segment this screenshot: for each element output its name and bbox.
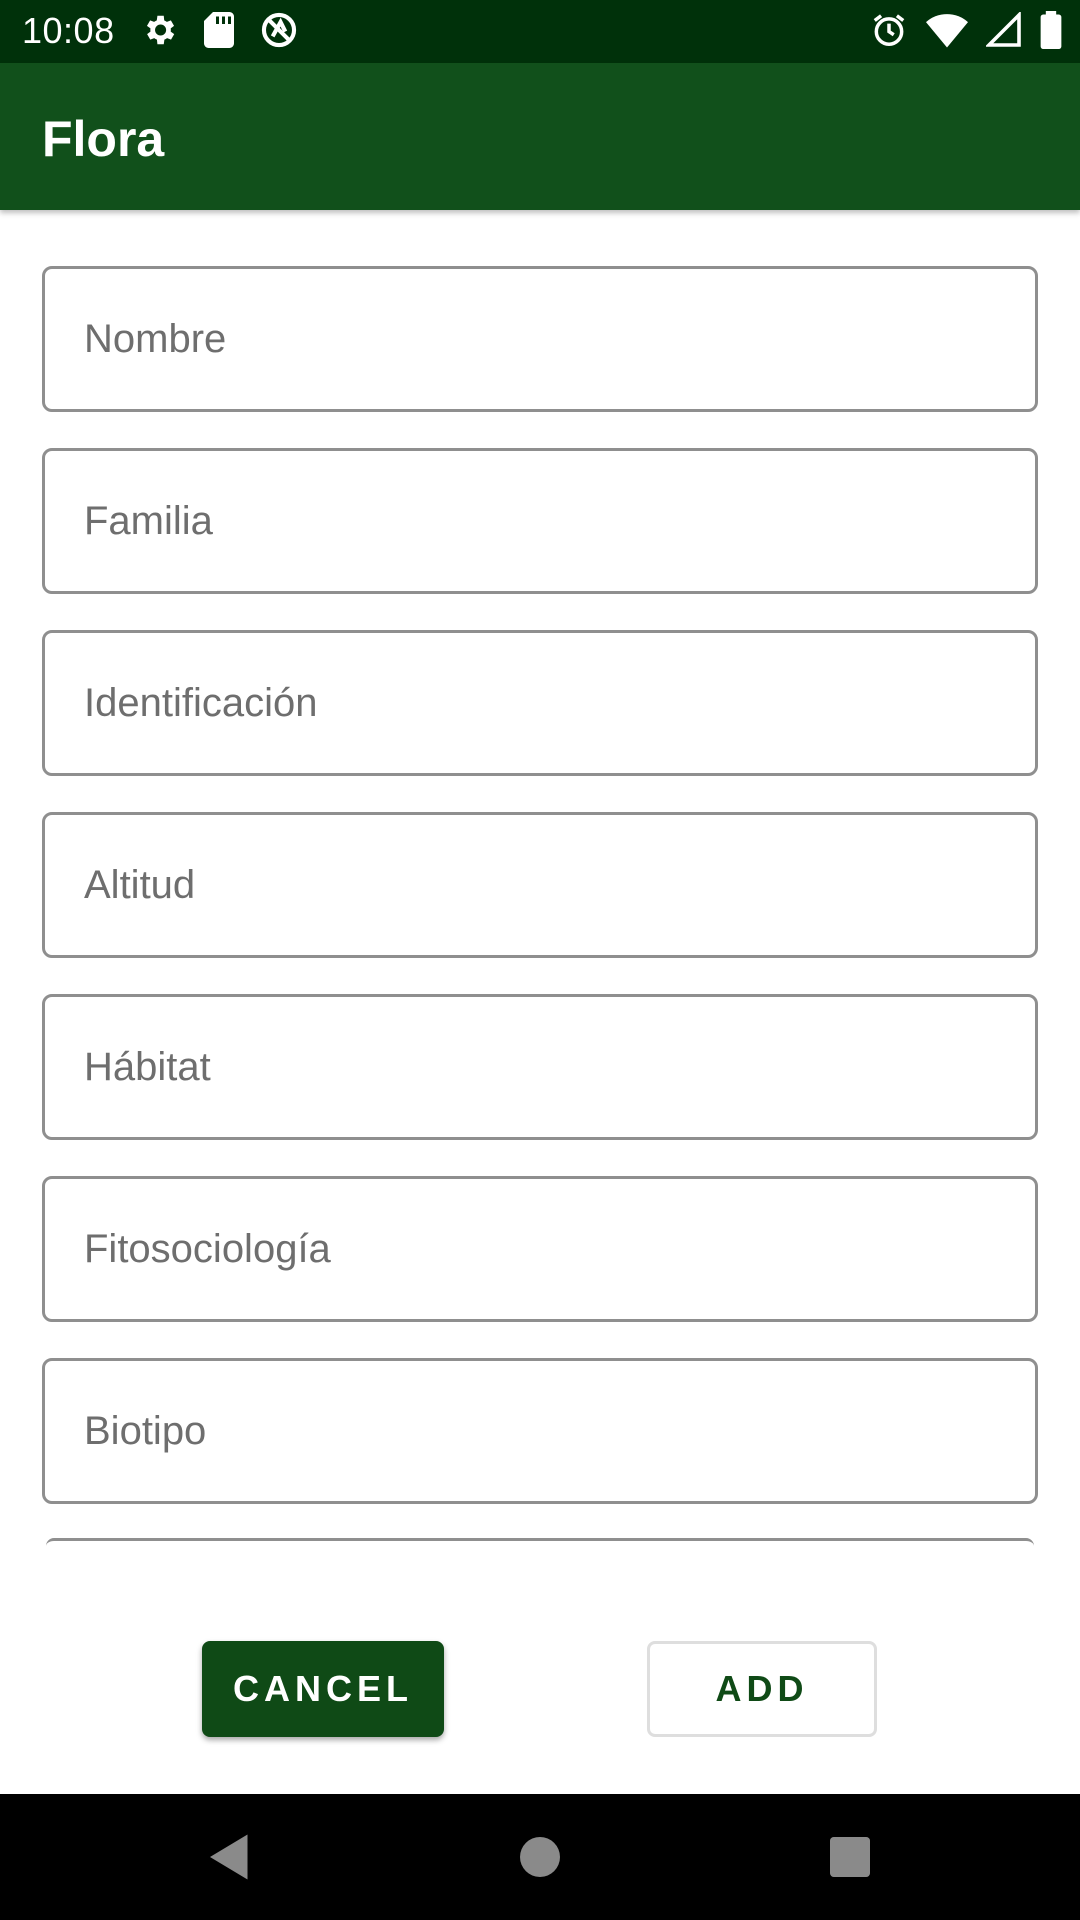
habitat-field[interactable] (42, 994, 1038, 1140)
signal-icon (984, 10, 1022, 53)
identificacion-input[interactable] (84, 633, 1035, 773)
add-button[interactable]: ADD (647, 1641, 877, 1737)
battery-icon (1040, 10, 1062, 54)
biotipo-input[interactable] (84, 1361, 1035, 1501)
status-left-icons (140, 11, 298, 54)
cancel-button[interactable]: CANCEL (202, 1641, 444, 1737)
status-right-icons (870, 10, 1062, 54)
fitosociologia-input[interactable] (84, 1179, 1035, 1319)
nombre-field[interactable] (42, 266, 1038, 412)
nombre-input[interactable] (84, 269, 1035, 409)
familia-field[interactable] (42, 448, 1038, 594)
flora-form (42, 266, 1038, 1540)
altitud-input[interactable] (84, 815, 1035, 955)
no-tracking-icon (260, 11, 298, 54)
alarm-icon (870, 11, 908, 54)
status-bar: 10:08 (0, 0, 1080, 63)
sd-card-icon (204, 11, 234, 53)
status-time: 10:08 (22, 10, 115, 51)
back-icon[interactable] (200, 1827, 260, 1887)
home-icon[interactable] (510, 1827, 570, 1887)
habitat-input[interactable] (84, 997, 1035, 1137)
app-title: Flora (42, 111, 165, 167)
next-field-partial[interactable] (46, 1538, 1034, 1546)
altitud-field[interactable] (42, 812, 1038, 958)
familia-input[interactable] (84, 451, 1035, 591)
settings-icon (140, 11, 178, 54)
navigation-bar (0, 1794, 1080, 1920)
identificacion-field[interactable] (42, 630, 1038, 776)
wifi-icon (926, 12, 968, 53)
biotipo-field[interactable] (42, 1358, 1038, 1504)
fitosociologia-field[interactable] (42, 1176, 1038, 1322)
recents-icon[interactable] (820, 1827, 880, 1887)
app-bar: Flora (0, 63, 1080, 210)
